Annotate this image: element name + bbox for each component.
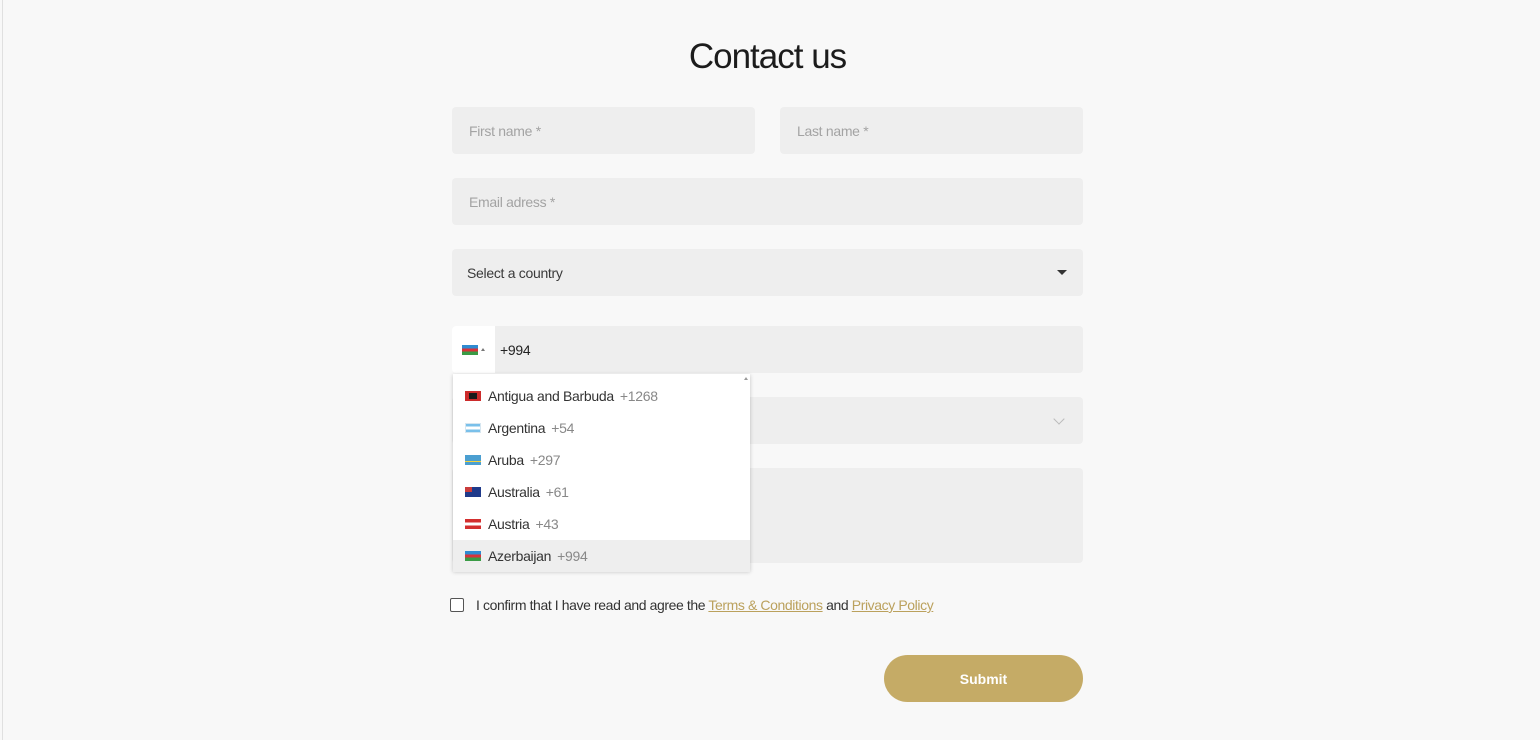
consent-text: I confirm that I have read and agree the… — [476, 597, 934, 613]
country-option[interactable]: Aruba +297 — [453, 444, 750, 476]
phone-country-toggle[interactable] — [452, 326, 495, 373]
page-left-border — [2, 0, 3, 740]
country-option-code: +1268 — [619, 388, 658, 404]
country-option-name: Antigua and Barbuda — [488, 388, 614, 404]
caret-down-icon — [1057, 270, 1067, 275]
chevron-down-icon — [1053, 413, 1065, 425]
country-option-code: +43 — [535, 516, 559, 532]
page-title: Contact us — [688, 37, 847, 77]
submit-button[interactable]: Submit — [884, 655, 1083, 702]
phone-country-dropdown[interactable]: Antigua and Barbuda +1268 Argentina +54 … — [453, 374, 750, 572]
country-option[interactable]: Argentina +54 — [453, 412, 750, 444]
consent-checkbox[interactable] — [450, 598, 464, 612]
country-option-code: +54 — [551, 420, 575, 436]
au-flag-icon — [465, 487, 481, 497]
country-option-name: Argentina — [488, 420, 546, 436]
email-field[interactable] — [452, 178, 1083, 225]
country-option[interactable]: Austria +43 — [453, 508, 750, 540]
consent-row: I confirm that I have read and agree the… — [450, 597, 934, 613]
ar-flag-icon — [465, 423, 481, 433]
country-option[interactable]: Antigua and Barbuda +1268 — [453, 380, 750, 412]
terms-link[interactable]: Terms & Conditions — [708, 597, 823, 613]
at-flag-icon — [465, 519, 481, 529]
country-option-name: Austria — [488, 516, 530, 532]
ag-flag-icon — [465, 391, 481, 401]
country-option-selected[interactable]: Azerbaijan +994 — [453, 540, 750, 572]
country-option-code: +297 — [529, 452, 561, 468]
country-option[interactable]: Australia +61 — [453, 476, 750, 508]
phone-field[interactable]: +994 — [452, 326, 1083, 373]
phone-input[interactable]: +994 — [495, 342, 531, 358]
privacy-link[interactable]: Privacy Policy — [852, 597, 934, 613]
az-flag-icon — [462, 344, 478, 355]
country-option-name: Australia — [488, 484, 540, 500]
aw-flag-icon — [465, 455, 481, 465]
country-option-code: +994 — [557, 548, 588, 564]
caret-up-icon — [481, 348, 485, 351]
country-option-name: Aruba — [488, 452, 524, 468]
consent-prefix: I confirm that I have read and agree the — [476, 597, 706, 613]
first-name-input[interactable] — [467, 121, 755, 140]
country-select[interactable]: Select a country — [452, 249, 1083, 296]
last-name-field[interactable] — [780, 107, 1083, 154]
last-name-input[interactable] — [795, 121, 1083, 140]
country-option-name: Azerbaijan — [488, 548, 552, 564]
country-option-code: +61 — [545, 484, 569, 500]
consent-and: and — [826, 597, 849, 613]
country-select-label: Select a country — [467, 264, 563, 281]
az-flag-icon — [465, 551, 481, 561]
email-input[interactable] — [467, 192, 1083, 211]
first-name-field[interactable] — [452, 107, 755, 154]
